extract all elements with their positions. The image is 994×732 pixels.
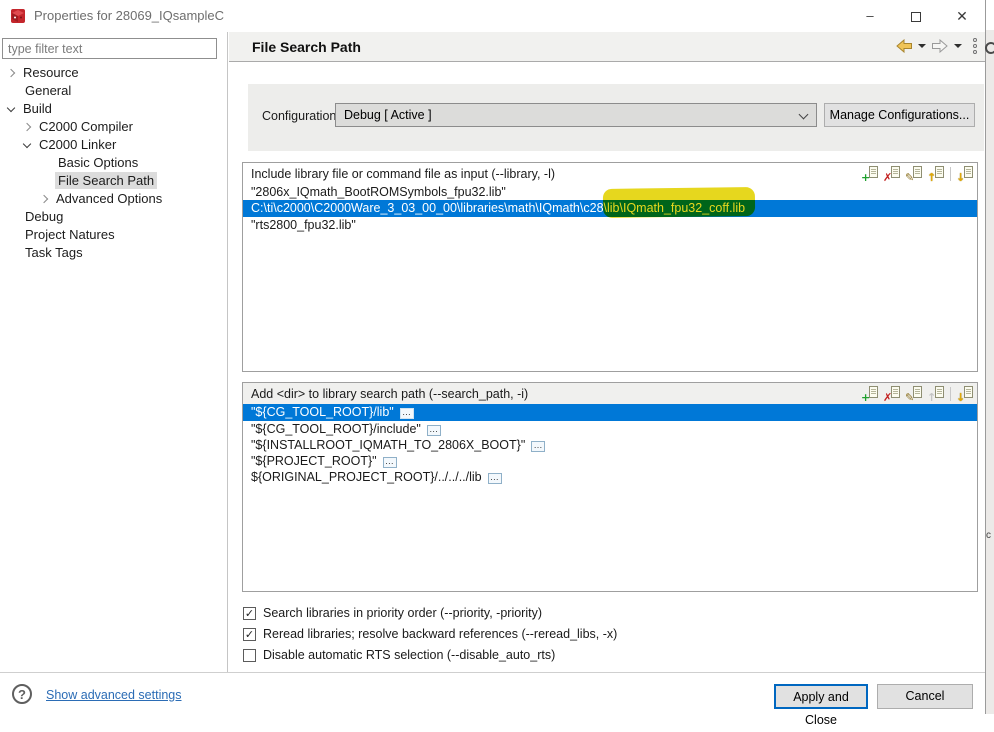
manage-configurations-button[interactable]: Manage Configurations...: [824, 103, 975, 127]
list-item[interactable]: "${PROJECT_ROOT}"…: [243, 453, 977, 469]
maximize-button[interactable]: [893, 0, 939, 32]
move-down-icon[interactable]: ↓: [956, 385, 973, 403]
list-item-selected[interactable]: "${CG_TOOL_ROOT}/lib"…: [243, 404, 977, 421]
list-item[interactable]: "rts2800_fpu32.lib": [243, 217, 977, 233]
list-item[interactable]: "${CG_TOOL_ROOT}/include"…: [243, 421, 977, 437]
path-prefix: C:\ti\c2000\C2000Ware_3_03_00_00\librari…: [251, 201, 607, 215]
back-history-caret-icon[interactable]: [918, 44, 926, 48]
view-menu-icon[interactable]: [973, 38, 977, 54]
filter-input[interactable]: [2, 38, 217, 59]
background-window-sliver: c: [985, 0, 994, 714]
chevron-down-icon[interactable]: [22, 139, 32, 149]
configuration-select[interactable]: Debug [ Active ]: [335, 103, 817, 127]
help-icon[interactable]: ?: [12, 684, 32, 704]
checkbox-checked-icon[interactable]: ✓: [243, 606, 256, 620]
search-list-title: Add <dir> to library search path (--sear…: [251, 386, 529, 401]
tree-item-general[interactable]: General: [0, 82, 227, 100]
list-item[interactable]: "${INSTALLROOT_IQMATH_TO_2806X_BOOT}"…: [243, 437, 977, 453]
tree-item-build[interactable]: Build: [0, 100, 227, 118]
delete-dir-icon[interactable]: ✗: [883, 385, 900, 403]
checkbox-checked-icon[interactable]: ✓: [243, 627, 256, 641]
tree-item-basic-options[interactable]: Basic Options: [0, 154, 227, 172]
tree-item-resource[interactable]: Resource: [0, 64, 227, 82]
tree-item-file-search-path[interactable]: File Search Path: [0, 172, 227, 190]
tree-item-debug[interactable]: Debug: [0, 208, 227, 226]
add-file-icon[interactable]: +: [861, 165, 878, 183]
properties-dialog: Properties for 28069_IQsampleC – ✕ Resou…: [0, 0, 985, 727]
configuration-value: Debug [ Active ]: [344, 108, 432, 122]
tree-item-advanced-options[interactable]: Advanced Options: [0, 190, 227, 208]
page-header: File Search Path: [229, 32, 985, 62]
cancel-button[interactable]: Cancel: [877, 684, 973, 709]
forward-history-caret-icon[interactable]: [954, 44, 962, 48]
move-up-disabled-icon: ↑: [927, 385, 944, 403]
move-up-icon[interactable]: ↑: [927, 165, 944, 183]
include-list-title: Include library file or command file as …: [251, 166, 556, 181]
checkbox-unchecked-icon[interactable]: [243, 648, 256, 662]
apply-and-close-button[interactable]: Apply and Close: [774, 684, 868, 727]
footer-bar: ? Show advanced settings Apply and Close…: [0, 672, 985, 727]
include-library-list: Include library file or command file as …: [242, 162, 978, 372]
forward-icon[interactable]: [931, 39, 949, 53]
maximize-icon: [911, 11, 921, 22]
checkbox-reread-libs[interactable]: ✓ Reread libraries; resolve backward ref…: [243, 626, 617, 642]
delete-file-icon[interactable]: ✗: [883, 165, 900, 183]
chevron-right-icon[interactable]: [6, 68, 16, 78]
list-item-selected[interactable]: C:\ti\c2000\C2000Ware_3_03_00_00\librari…: [243, 200, 977, 217]
tree-item-task-tags[interactable]: Task Tags: [0, 244, 227, 262]
list-item[interactable]: ${ORIGINAL_PROJECT_ROOT}/../../../lib…: [243, 469, 977, 485]
minimize-button[interactable]: –: [847, 0, 893, 32]
highlighted-path-segment: lib\IQmath_fpu32_coff.lib: [607, 201, 746, 215]
chevron-down-icon: [798, 109, 809, 120]
chevron-right-icon[interactable]: [22, 122, 32, 132]
variable-browse-icon[interactable]: …: [487, 473, 502, 484]
checkbox-disable-auto-rts[interactable]: Disable automatic RTS selection (--disab…: [243, 647, 555, 663]
chevron-down-icon[interactable]: [6, 103, 16, 113]
search-icon: [985, 42, 994, 60]
edit-file-icon[interactable]: ✎: [905, 165, 922, 183]
background-partial-text: c: [986, 530, 991, 541]
settings-tree: Resource General Build C2000 Compiler C2…: [0, 64, 227, 262]
page-title: File Search Path: [252, 39, 361, 55]
chevron-right-icon[interactable]: [39, 194, 49, 204]
tree-item-c2000-compiler[interactable]: C2000 Compiler: [0, 118, 227, 136]
variable-browse-icon[interactable]: …: [426, 425, 441, 436]
tree-item-c2000-linker[interactable]: C2000 Linker: [0, 136, 227, 154]
checkbox-priority[interactable]: ✓ Search libraries in priority order (--…: [243, 605, 542, 621]
title-bar: Properties for 28069_IQsampleC – ✕: [0, 0, 985, 32]
sidebar: Resource General Build C2000 Compiler C2…: [0, 32, 228, 672]
edit-dir-icon[interactable]: ✎: [905, 385, 922, 403]
add-dir-icon[interactable]: +: [861, 385, 878, 403]
variable-browse-icon[interactable]: …: [399, 408, 414, 419]
configuration-panel: Configuration: Debug [ Active ] Manage C…: [248, 84, 984, 151]
configuration-label: Configuration:: [262, 109, 340, 123]
variable-browse-icon[interactable]: …: [382, 457, 397, 468]
toolbar-separator: [950, 386, 951, 401]
show-advanced-settings-link[interactable]: Show advanced settings: [46, 688, 182, 702]
variable-browse-icon[interactable]: …: [531, 441, 546, 452]
move-down-icon[interactable]: ↓: [956, 165, 973, 183]
toolbar-separator: [950, 166, 951, 181]
search-path-list: Add <dir> to library search path (--sear…: [242, 382, 978, 592]
close-button[interactable]: ✕: [939, 0, 985, 32]
app-cube-icon: [11, 9, 25, 23]
back-icon[interactable]: [895, 39, 913, 53]
tree-item-project-natures[interactable]: Project Natures: [0, 226, 227, 244]
window-title: Properties for 28069_IQsampleC: [34, 8, 225, 23]
